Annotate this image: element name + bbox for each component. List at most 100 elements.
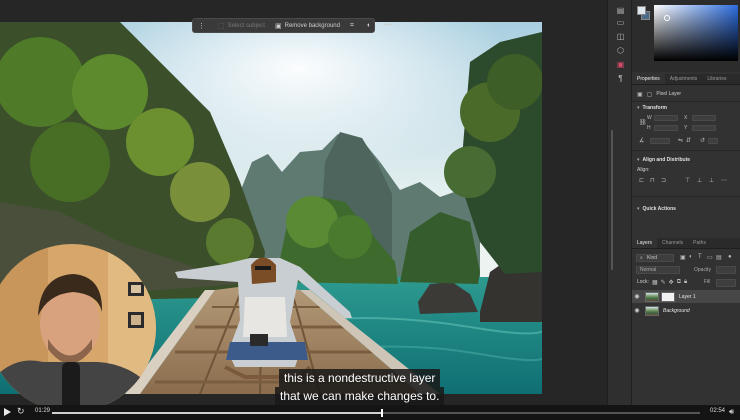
subtitle-line-1: this is a nondestructive layer bbox=[279, 369, 441, 387]
filter-adjustment-icon[interactable]: ◐ bbox=[689, 254, 693, 260]
lock-move-icon[interactable]: ✥ bbox=[669, 279, 674, 286]
blend-mode-value: Normal bbox=[640, 267, 657, 273]
x-label-icon: X bbox=[684, 115, 688, 121]
document-workspace[interactable]: ⋮ ⬚ Select subject ▣ Remove background ⌗… bbox=[0, 0, 607, 412]
select-subject-button[interactable]: ⬚ Select subject bbox=[213, 19, 270, 32]
width-field[interactable] bbox=[654, 115, 678, 121]
comments-icon[interactable]: ▭ bbox=[614, 16, 627, 29]
3d-icon[interactable]: ⬡ bbox=[614, 44, 627, 57]
align-bottom-icon[interactable]: ⊥ bbox=[709, 177, 714, 184]
remove-background-label: Remove background bbox=[284, 22, 340, 29]
fill-field[interactable] bbox=[716, 279, 736, 287]
tab-adjustments[interactable]: Adjustments bbox=[665, 74, 703, 84]
chevron-down-icon: ▾ bbox=[637, 206, 640, 212]
blend-mode-select[interactable]: Normal bbox=[636, 266, 680, 274]
align-left-icon[interactable]: ⊏ bbox=[639, 177, 644, 184]
paragraph-icon[interactable]: ¶ bbox=[614, 72, 627, 85]
remove-background-button[interactable]: ▣ Remove background bbox=[270, 19, 345, 32]
tab-layers[interactable]: Layers bbox=[632, 238, 658, 248]
progress-track[interactable] bbox=[52, 409, 700, 417]
height-field[interactable] bbox=[654, 125, 678, 131]
layer-name: Background bbox=[663, 307, 690, 314]
rotate-ccw-icon[interactable]: ↺ bbox=[700, 137, 705, 144]
panel-icon-strip: ▤ ▭ ◫ ⬡ ▣ ¶ bbox=[607, 0, 632, 405]
lock-artboard-icon[interactable]: ⧉ bbox=[677, 279, 681, 286]
flip-vertical-icon[interactable]: ⇵ bbox=[686, 137, 691, 144]
lock-all-icon[interactable]: 🔒︎ bbox=[684, 279, 687, 286]
filter-shape-icon[interactable]: ▭ bbox=[707, 254, 713, 261]
grip-icon: ⋮ bbox=[198, 22, 205, 30]
remove-background-icon: ▣ bbox=[274, 22, 282, 30]
adjustment-icon: ◐ bbox=[366, 22, 372, 29]
more-align-icon[interactable]: ⋯ bbox=[721, 177, 727, 184]
total-time: 02:54 bbox=[710, 408, 726, 414]
layer-thumbnail bbox=[645, 305, 659, 316]
layer-name: Layer 1 bbox=[679, 293, 696, 300]
volume-icon[interactable]: 🔊︎ bbox=[729, 407, 734, 417]
align-top-icon[interactable]: ⊤ bbox=[685, 177, 690, 184]
color-picker-cursor[interactable] bbox=[664, 15, 670, 21]
lock-row: Lock: ▦ ✎ ✥ ⧉ 🔒︎ bbox=[637, 278, 687, 286]
adjustment-button[interactable]: ◐ bbox=[362, 19, 379, 32]
rotation-field[interactable] bbox=[650, 138, 670, 144]
align-center-h-icon[interactable]: ⊓ bbox=[650, 177, 655, 184]
layer-row-layer-1[interactable]: ◉ Layer 1 bbox=[632, 290, 740, 303]
plugin-icon[interactable]: ▣ bbox=[614, 58, 627, 71]
transform-section-header[interactable]: ▾ Transform bbox=[637, 104, 667, 112]
opacity-label: Opacity bbox=[694, 267, 711, 273]
transform-button[interactable]: ⌗ bbox=[345, 19, 362, 32]
lock-label: Lock: bbox=[637, 279, 649, 285]
video-subtitles: this is a nondestructive layer that we c… bbox=[275, 369, 445, 405]
tab-libraries[interactable]: Libraries bbox=[702, 74, 731, 84]
tab-paths[interactable]: Paths bbox=[688, 238, 711, 248]
filter-smart-icon[interactable]: ▤ bbox=[716, 254, 722, 261]
layer-kind-filter[interactable]: ⌕ Kind bbox=[636, 254, 674, 262]
properties-tab-bar: Properties Adjustments Libraries bbox=[632, 74, 740, 85]
x-field[interactable] bbox=[692, 115, 716, 121]
quick-actions-header[interactable]: ▾ Quick Actions bbox=[637, 205, 676, 213]
opacity-field[interactable] bbox=[716, 266, 736, 274]
filter-type-icon[interactable]: T bbox=[698, 254, 702, 260]
link-icon[interactable]: ⛓ bbox=[639, 119, 647, 126]
tab-channels[interactable]: Channels bbox=[657, 238, 688, 248]
chevron-down-icon: ▾ bbox=[637, 105, 640, 111]
pixel-layer-row: ▣ ▢ Pixel Layer bbox=[637, 90, 681, 98]
handle-grip[interactable]: ⋮ bbox=[193, 19, 213, 32]
more-dots-icon: ••• bbox=[384, 22, 392, 29]
align-right-icon[interactable]: ⊐ bbox=[661, 177, 666, 184]
align-middle-v-icon[interactable]: ⊥ bbox=[697, 177, 702, 184]
more-options-button[interactable]: ••• bbox=[379, 19, 399, 32]
align-title: Align and Distribute bbox=[642, 157, 691, 163]
angle-field[interactable] bbox=[708, 138, 718, 144]
y-label-icon: Y bbox=[684, 125, 688, 131]
progress-scrubber[interactable] bbox=[381, 409, 384, 417]
layer-mask-thumbnail[interactable] bbox=[661, 291, 675, 302]
replay-icon[interactable]: ↻ bbox=[17, 406, 25, 417]
filter-pixel-icon[interactable]: ▣ bbox=[680, 254, 686, 261]
visibility-eye-icon[interactable]: ◉ bbox=[632, 293, 642, 300]
libraries-icon[interactable]: ◫ bbox=[614, 30, 627, 43]
layer-thumbnail bbox=[645, 291, 659, 302]
play-icon[interactable] bbox=[4, 408, 11, 416]
flip-horizontal-icon[interactable]: ⇋ bbox=[678, 137, 683, 144]
right-panels: Properties Adjustments Libraries ▣ ▢ Pix… bbox=[632, 0, 740, 405]
subtitle-line-2: that we can make changes to. bbox=[275, 387, 445, 405]
panel-scrollbar[interactable] bbox=[611, 130, 613, 270]
layer-row-background[interactable]: ◉ Background bbox=[632, 304, 740, 317]
visibility-eye-icon[interactable]: ◉ bbox=[632, 307, 642, 314]
align-label: Align: bbox=[637, 167, 650, 173]
filter-toggle-icon[interactable]: ● bbox=[728, 254, 732, 260]
contextual-task-bar: ⋮ ⬚ Select subject ▣ Remove background ⌗… bbox=[192, 18, 392, 33]
kind-label: Kind bbox=[647, 255, 658, 261]
foreground-color-swatch[interactable] bbox=[637, 6, 646, 15]
lock-pixels-icon[interactable]: ▦ bbox=[652, 279, 658, 286]
color-field[interactable] bbox=[654, 5, 738, 61]
chevron-down-icon: ▾ bbox=[637, 157, 640, 163]
align-section-header[interactable]: ▾ Align and Distribute bbox=[637, 156, 690, 164]
lock-paint-icon[interactable]: ✎ bbox=[661, 279, 666, 286]
y-field[interactable] bbox=[692, 125, 716, 131]
tab-properties[interactable]: Properties bbox=[632, 74, 665, 84]
search-icon: ⌕ bbox=[640, 255, 643, 261]
pixel-layer-label: Pixel Layer bbox=[656, 91, 682, 97]
progress-fill bbox=[52, 412, 383, 414]
